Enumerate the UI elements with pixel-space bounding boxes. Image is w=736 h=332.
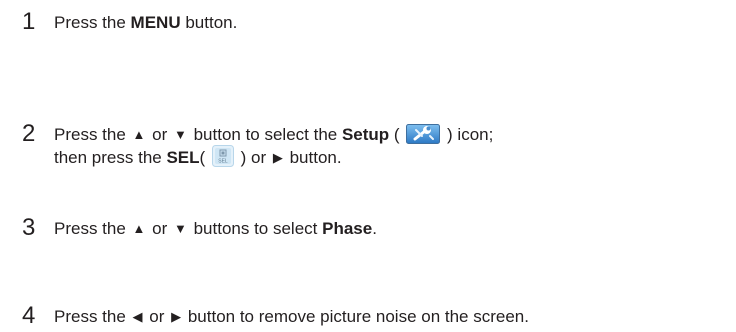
step-text-line-2: then press the SEL( SEL ) or ▶ button.: [54, 145, 342, 168]
down-arrow-icon: ▼: [173, 127, 187, 142]
setup-wrench-icon: [406, 124, 441, 144]
down-arrow-icon: ▼: [173, 221, 187, 236]
step-text: Press the ◀ or ▶ button to remove pictur…: [54, 307, 529, 326]
step-text-line-1: Press the ▲ or ▼ button to select the Se…: [54, 124, 494, 144]
up-arrow-icon: ▲: [132, 221, 146, 236]
right-arrow-icon: ▶: [171, 309, 182, 324]
setup-label: Setup: [341, 125, 390, 144]
right-arrow-icon: ▶: [272, 150, 283, 165]
sel-button-icon: SEL: [211, 145, 234, 167]
up-arrow-icon: ▲: [132, 127, 146, 142]
svg-text:SEL: SEL: [218, 159, 228, 165]
menu-button-label: MENU: [130, 13, 181, 32]
step-number: 3: [22, 214, 36, 241]
step-number: 4: [22, 302, 36, 329]
phase-label: Phase: [322, 219, 373, 238]
step-number: 1: [22, 8, 36, 35]
sel-label: SEL: [166, 148, 200, 167]
step-number: 2: [22, 120, 36, 147]
step-text: Press the ▲ or ▼ buttons to select Phase…: [54, 219, 377, 238]
left-arrow-icon: ◀: [132, 309, 143, 324]
step-text: Press the MENU button.: [54, 13, 238, 32]
